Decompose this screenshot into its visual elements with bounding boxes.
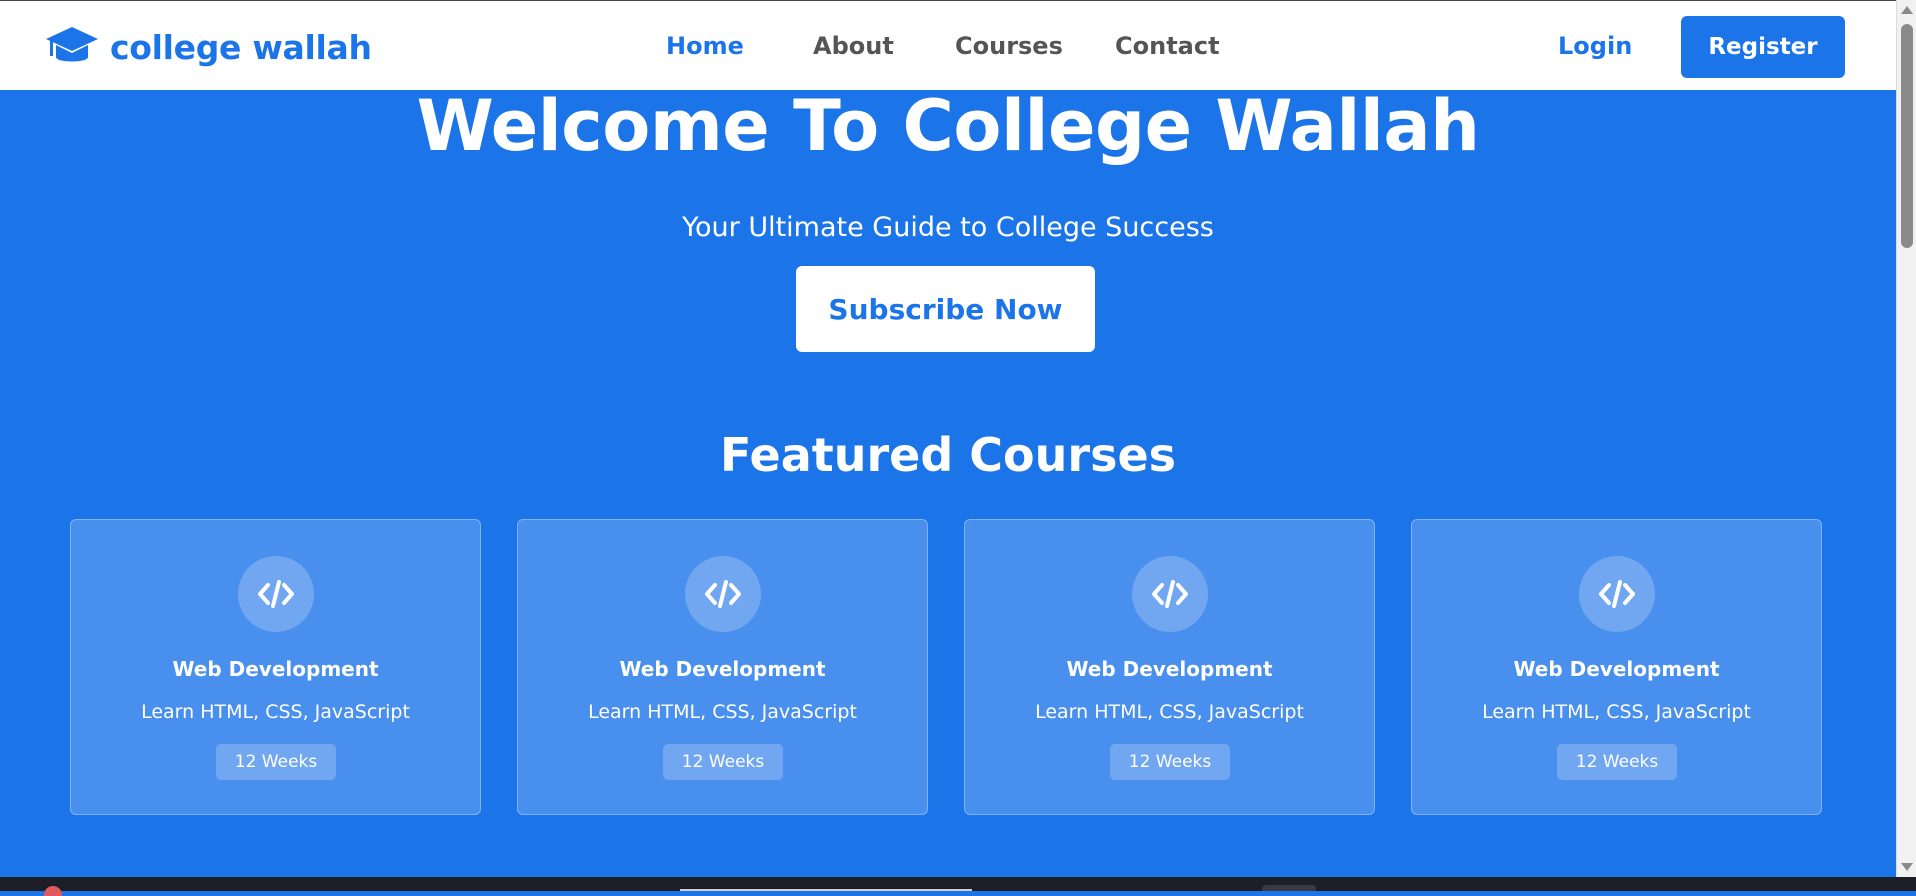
course-title: Web Development xyxy=(1066,657,1273,681)
graduation-cap-icon xyxy=(46,27,98,62)
nav-link-home[interactable]: Home xyxy=(666,32,744,60)
scroll-thumb[interactable] xyxy=(1901,24,1913,248)
course-duration-badge: 12 Weeks xyxy=(1110,744,1230,780)
course-description: Learn HTML, CSS, JavaScript xyxy=(1035,701,1304,723)
page-viewport: college wallah Home About Courses Contac… xyxy=(0,0,1896,877)
course-duration-badge: 12 Weeks xyxy=(1557,744,1677,780)
scroll-up-icon[interactable] xyxy=(1901,6,1913,14)
subscribe-button[interactable]: Subscribe Now xyxy=(796,266,1095,352)
taskbar-app-icon[interactable] xyxy=(44,886,62,896)
course-card[interactable]: Web Development Learn HTML, CSS, JavaScr… xyxy=(70,519,481,815)
hero-subtitle: Your Ultimate Guide to College Success xyxy=(682,212,1214,243)
code-icon xyxy=(238,556,314,632)
nav-link-about[interactable]: About xyxy=(813,32,894,60)
code-icon xyxy=(1132,556,1208,632)
brand[interactable]: college wallah xyxy=(46,25,372,69)
course-duration-badge: 12 Weeks xyxy=(663,744,783,780)
course-title: Web Development xyxy=(619,657,826,681)
course-description: Learn HTML, CSS, JavaScript xyxy=(1482,701,1751,723)
course-description: Learn HTML, CSS, JavaScript xyxy=(588,701,857,723)
register-button[interactable]: Register xyxy=(1681,16,1845,78)
brand-name: college wallah xyxy=(110,27,372,67)
nav-link-contact[interactable]: Contact xyxy=(1115,32,1220,60)
navbar: college wallah Home About Courses Contac… xyxy=(0,0,1896,90)
scroll-down-icon[interactable] xyxy=(1901,863,1913,871)
code-icon xyxy=(1579,556,1655,632)
login-link[interactable]: Login xyxy=(1558,32,1632,60)
taskbar-app-icon[interactable] xyxy=(1262,885,1316,891)
featured-courses-title: Featured Courses xyxy=(719,428,1177,482)
course-card[interactable]: Web Development Learn HTML, CSS, JavaScr… xyxy=(1411,519,1822,815)
course-title: Web Development xyxy=(172,657,379,681)
course-card[interactable]: Web Development Learn HTML, CSS, JavaScr… xyxy=(964,519,1375,815)
course-title: Web Development xyxy=(1513,657,1720,681)
nav-link-courses[interactable]: Courses xyxy=(955,32,1063,60)
taskbar xyxy=(0,877,1916,896)
course-duration-badge: 12 Weeks xyxy=(216,744,336,780)
code-icon xyxy=(685,556,761,632)
course-description: Learn HTML, CSS, JavaScript xyxy=(141,701,410,723)
hero-title: Welcome To College Wallah xyxy=(416,85,1480,167)
course-card[interactable]: Web Development Learn HTML, CSS, JavaScr… xyxy=(517,519,928,815)
vertical-scrollbar[interactable] xyxy=(1896,0,1916,877)
